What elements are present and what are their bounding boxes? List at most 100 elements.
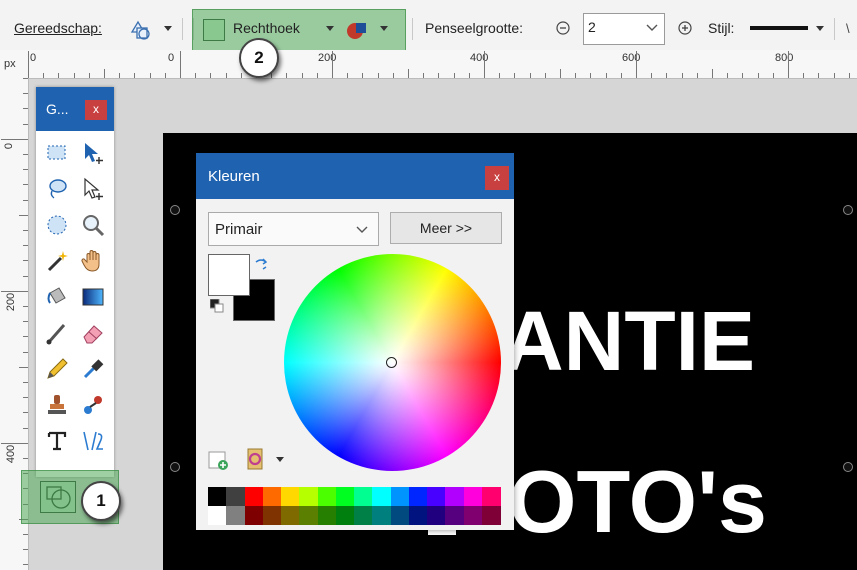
tools-titlebar[interactable]: G... x bbox=[36, 87, 114, 131]
palette-swatch[interactable] bbox=[372, 506, 391, 525]
palette-swatch[interactable] bbox=[244, 506, 264, 525]
shape-label[interactable]: Rechthoek bbox=[233, 20, 300, 36]
color-picker-icon[interactable] bbox=[80, 356, 106, 382]
palette-swatch[interactable] bbox=[427, 506, 446, 525]
ruler-tick bbox=[468, 73, 470, 78]
palette-swatch[interactable] bbox=[390, 506, 410, 525]
ruler-tick bbox=[43, 73, 45, 78]
add-palette-color-icon[interactable] bbox=[208, 449, 230, 474]
swap-colors-icon[interactable] bbox=[254, 257, 268, 274]
fill-mode-dropdown-icon[interactable] bbox=[380, 26, 388, 31]
palette-swatch[interactable] bbox=[463, 487, 483, 506]
ruler-number: 200 bbox=[318, 52, 337, 64]
palette-swatch[interactable] bbox=[354, 487, 373, 506]
ruler-tick bbox=[453, 73, 455, 78]
more-toolbar-icon[interactable]: \ bbox=[846, 21, 850, 36]
ellipse-select-icon[interactable] bbox=[44, 212, 70, 238]
callout-badge-1: 1 bbox=[81, 481, 121, 521]
recolor-icon[interactable] bbox=[80, 392, 106, 418]
ruler-tick bbox=[818, 73, 820, 78]
palette-swatch[interactable] bbox=[335, 506, 355, 525]
ruler-number: 0 bbox=[168, 52, 175, 64]
ruler-tick bbox=[23, 123, 28, 125]
palette-swatch[interactable] bbox=[481, 487, 501, 506]
palette-swatch[interactable] bbox=[335, 487, 355, 506]
magic-wand-icon[interactable] bbox=[44, 248, 70, 274]
move-selection-icon[interactable] bbox=[80, 140, 106, 166]
palette-swatch[interactable] bbox=[354, 506, 373, 525]
ruler-tick bbox=[408, 69, 409, 78]
color-wheel-cursor[interactable] bbox=[386, 357, 397, 368]
rectangle-shape-icon[interactable] bbox=[203, 19, 225, 41]
palette-swatch[interactable] bbox=[445, 506, 464, 525]
palette-swatch[interactable] bbox=[262, 487, 282, 506]
shapes-tool-icon[interactable] bbox=[129, 19, 151, 41]
palette-swatch[interactable] bbox=[372, 487, 391, 506]
palette-swatch[interactable] bbox=[226, 487, 245, 506]
brush-size-select[interactable]: 2 bbox=[583, 13, 665, 45]
resize-handle[interactable] bbox=[170, 205, 180, 215]
resize-handle[interactable] bbox=[843, 462, 853, 472]
reset-colors-icon[interactable] bbox=[209, 298, 224, 316]
resize-handle[interactable] bbox=[170, 462, 180, 472]
move-selected-icon[interactable] bbox=[80, 176, 106, 202]
text-icon[interactable] bbox=[44, 428, 70, 454]
palette-swatch[interactable] bbox=[262, 506, 282, 525]
brush-size-label: Penseelgrootte: bbox=[425, 20, 524, 36]
ruler-number: 600 bbox=[622, 52, 641, 64]
palette-swatch[interactable] bbox=[390, 487, 410, 506]
ruler-tick bbox=[392, 73, 394, 78]
palette-swatch[interactable] bbox=[317, 506, 337, 525]
palette-swatch[interactable] bbox=[427, 487, 446, 506]
color-wheel[interactable] bbox=[284, 254, 501, 471]
style-dropdown-icon[interactable] bbox=[816, 26, 824, 31]
palette-swatch[interactable] bbox=[281, 506, 300, 525]
pencil-icon[interactable] bbox=[44, 356, 70, 382]
palette-swatch[interactable] bbox=[299, 506, 318, 525]
gradient-icon[interactable] bbox=[80, 284, 106, 310]
line-curve-icon[interactable] bbox=[80, 428, 106, 454]
color-mode-value: Primair bbox=[215, 221, 263, 238]
paintbrush-icon[interactable] bbox=[44, 320, 70, 346]
colors-close-button[interactable]: x bbox=[485, 166, 509, 190]
more-button[interactable]: Meer >> bbox=[390, 212, 502, 244]
zoom-icon[interactable] bbox=[80, 212, 106, 238]
colors-titlebar[interactable]: Kleuren x bbox=[196, 153, 514, 199]
palette-dropdown-icon[interactable] bbox=[276, 457, 284, 462]
tools-close-button[interactable]: x bbox=[85, 100, 107, 120]
fill-mode-icon[interactable] bbox=[345, 19, 369, 41]
shapes-tool-button[interactable] bbox=[40, 481, 76, 513]
paint-bucket-icon[interactable] bbox=[44, 284, 70, 310]
ruler-tick bbox=[23, 321, 28, 323]
palette-swatch[interactable] bbox=[208, 487, 227, 506]
palette-swatch[interactable] bbox=[408, 487, 428, 506]
palette-swatch[interactable] bbox=[408, 506, 428, 525]
shape-dropdown-icon[interactable] bbox=[326, 26, 334, 31]
palette-menu-icon[interactable] bbox=[244, 447, 268, 474]
palette-swatch[interactable] bbox=[226, 506, 245, 525]
palette-swatch[interactable] bbox=[445, 487, 464, 506]
resize-handle[interactable] bbox=[843, 205, 853, 215]
ruler-tick bbox=[696, 73, 698, 78]
palette-swatch[interactable] bbox=[317, 487, 337, 506]
lasso-select-icon[interactable] bbox=[44, 176, 70, 202]
increase-size-icon[interactable] bbox=[678, 21, 692, 35]
palette-swatch[interactable] bbox=[481, 506, 501, 525]
eraser-icon[interactable] bbox=[80, 320, 106, 346]
line-style-icon[interactable] bbox=[750, 26, 808, 30]
decrease-size-icon[interactable] bbox=[556, 21, 570, 35]
ruler-tick bbox=[23, 275, 28, 277]
clone-stamp-icon[interactable] bbox=[44, 392, 70, 418]
palette-swatch[interactable] bbox=[208, 506, 227, 525]
primary-color-swatch[interactable] bbox=[208, 254, 250, 296]
color-mode-select[interactable]: Primair bbox=[208, 212, 379, 246]
ruler-tick bbox=[788, 51, 789, 78]
palette-swatch[interactable] bbox=[299, 487, 318, 506]
palette-swatch[interactable] bbox=[463, 506, 483, 525]
ruler-number: 400 bbox=[5, 444, 18, 464]
rectangle-select-icon[interactable] bbox=[44, 140, 70, 166]
tool-dropdown-icon[interactable] bbox=[164, 26, 172, 31]
palette-swatch[interactable] bbox=[244, 487, 264, 506]
pan-icon[interactable] bbox=[80, 248, 106, 274]
palette-swatch[interactable] bbox=[281, 487, 300, 506]
